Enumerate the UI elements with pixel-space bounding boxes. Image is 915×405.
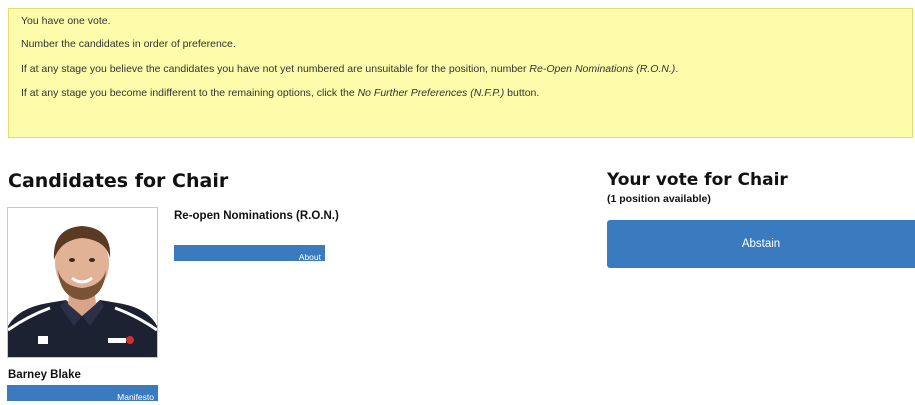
instruction-text: button. [504, 87, 540, 99]
instruction-ron: If at any stage you believe the candidat… [21, 63, 912, 75]
instruction-text: . [675, 62, 679, 75]
instruction-text: Number the candidates in order of prefer… [21, 38, 236, 50]
instruction-text: You have one vote. [21, 15, 111, 27]
instruction-text: If at any stage you become indifferent t… [21, 87, 358, 99]
instruction-order: Number the candidates in order of prefer… [21, 38, 912, 50]
candidate-link-bar: Manifesto [7, 385, 158, 402]
positions-available-text: (1 position available) [607, 193, 711, 205]
candidates-heading: Candidates for Chair [8, 170, 229, 192]
ron-term: Re-Open Nominations (R.O.N.) [529, 62, 676, 75]
instruction-nfp: If at any stage you become indifferent t… [21, 87, 912, 99]
about-link[interactable]: About [299, 252, 321, 262]
ron-link-bar: About [174, 245, 325, 262]
vote-heading: Your vote for Chair [607, 170, 788, 190]
abstain-button[interactable]: Abstain [607, 220, 915, 268]
candidate-portrait-image [8, 208, 157, 357]
nfp-term: No Further Preferences (N.F.P.) [357, 87, 505, 99]
instruction-one-vote: You have one vote. [21, 15, 912, 27]
ron-candidate-name: Re-open Nominations (R.O.N.) [174, 210, 339, 222]
instruction-text: If at any stage you believe the candidat… [21, 62, 530, 75]
voting-instructions-panel: You have one vote. Number the candidates… [8, 8, 913, 138]
candidate-name: Barney Blake [8, 369, 81, 381]
candidate-photo[interactable] [7, 207, 158, 358]
